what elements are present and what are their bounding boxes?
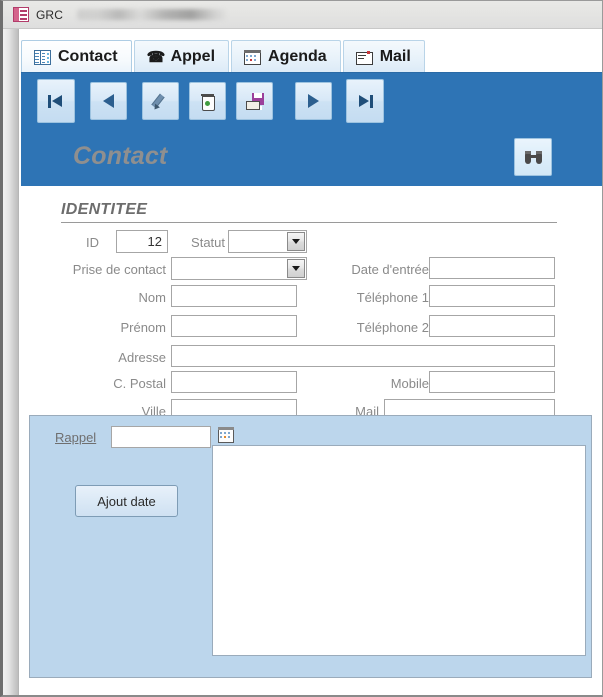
- notes-textarea[interactable]: [212, 445, 586, 656]
- contact-form: IDENTITEE ID Statut Prise de contact Dat…: [21, 186, 602, 695]
- rappel-panel: Rappel Ajout date: [29, 415, 592, 678]
- label-code-postal: C. Postal: [113, 376, 166, 391]
- find-button[interactable]: [514, 138, 552, 176]
- telephone1-field[interactable]: [429, 285, 555, 307]
- tab-appel-label: Appel: [170, 48, 216, 65]
- label-id: ID: [86, 235, 99, 250]
- label-prise-de-contact: Prise de contact: [72, 262, 166, 277]
- statut-combobox[interactable]: [228, 230, 307, 253]
- tab-mail[interactable]: Mail: [342, 40, 425, 73]
- tab-contact[interactable]: Contact: [21, 40, 132, 73]
- tab-contact-label: Contact: [58, 48, 118, 65]
- navigation-button-group: [37, 79, 384, 123]
- label-prenom: Prénom: [120, 320, 166, 335]
- nom-field[interactable]: [171, 285, 297, 307]
- delete-record-button[interactable]: [189, 82, 226, 120]
- pencil-icon: [151, 92, 170, 111]
- last-record-button[interactable]: [346, 79, 384, 123]
- tab-appel[interactable]: ☎ Appel: [133, 40, 230, 73]
- date-entree-field[interactable]: [429, 257, 555, 279]
- tab-agenda-label: Agenda: [268, 48, 327, 65]
- label-adresse: Adresse: [118, 350, 166, 365]
- previous-record-button[interactable]: [90, 82, 127, 120]
- rappel-date-input[interactable]: [111, 426, 211, 448]
- code-postal-field[interactable]: [171, 371, 297, 393]
- edit-record-button[interactable]: [142, 82, 179, 120]
- prise-de-contact-combobox[interactable]: [171, 257, 307, 280]
- phone-icon: ☎: [146, 48, 166, 66]
- skip-to-last-icon: [357, 94, 373, 108]
- triangle-right-icon: [308, 94, 319, 108]
- access-form-icon: [13, 7, 29, 22]
- mobile-field[interactable]: [429, 371, 555, 393]
- application-window: GRC Contact ☎ Appel Agenda Mail Contact …: [0, 0, 603, 697]
- page-title: Contact: [73, 142, 168, 170]
- skip-to-first-icon: [48, 94, 64, 108]
- label-nom: Nom: [138, 290, 166, 305]
- triangle-left-icon: [103, 94, 114, 108]
- label-mobile: Mobile: [390, 376, 429, 391]
- chevron-down-icon[interactable]: [287, 259, 305, 278]
- binoculars-icon: [524, 150, 542, 164]
- label-statut: Statut: [191, 235, 225, 250]
- window-left-edge: [3, 29, 19, 695]
- record-navigation-toolbar: [21, 72, 602, 129]
- rappel-label[interactable]: Rappel: [55, 430, 96, 445]
- label-telephone1: Téléphone 1: [356, 290, 429, 305]
- calendar-picker-icon[interactable]: [218, 427, 234, 443]
- window-title: GRC: [36, 7, 63, 22]
- tab-mail-label: Mail: [379, 48, 411, 65]
- next-record-button[interactable]: [295, 82, 332, 120]
- chevron-down-icon[interactable]: [287, 232, 305, 251]
- adresse-field[interactable]: [171, 345, 555, 367]
- floppy-save-icon: [245, 92, 264, 110]
- identity-group-header: IDENTITEE: [61, 201, 148, 218]
- first-record-button[interactable]: [37, 79, 75, 123]
- envelope-icon: [355, 50, 373, 65]
- title-bar: GRC: [3, 1, 602, 29]
- save-record-button[interactable]: [236, 82, 273, 120]
- tab-agenda[interactable]: Agenda: [231, 40, 341, 73]
- telephone2-field[interactable]: [429, 315, 555, 337]
- prenom-field[interactable]: [171, 315, 297, 337]
- label-date-entree: Date d'entrée: [351, 262, 429, 277]
- trash-icon: [201, 93, 215, 111]
- label-telephone2: Téléphone 2: [356, 320, 429, 335]
- section-header-band: Contact: [21, 129, 602, 186]
- contact-form-icon: [34, 49, 51, 65]
- calendar-icon: [244, 49, 262, 65]
- id-field[interactable]: [116, 230, 168, 253]
- identity-divider: [61, 222, 557, 223]
- add-date-button[interactable]: Ajout date: [75, 485, 178, 517]
- tab-strip: Contact ☎ Appel Agenda Mail: [21, 39, 602, 73]
- blurred-title-region: [76, 9, 227, 20]
